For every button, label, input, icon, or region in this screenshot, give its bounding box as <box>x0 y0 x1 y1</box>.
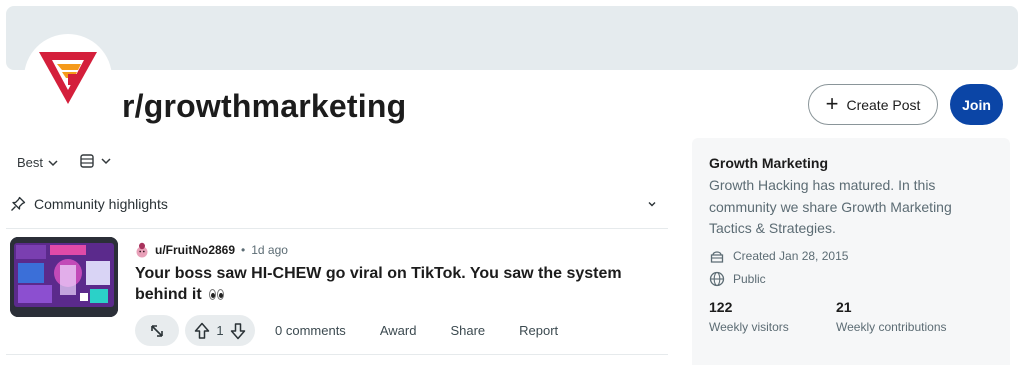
view-dropdown[interactable] <box>80 154 112 168</box>
created-date-row: Created Jan 28, 2015 <box>709 248 848 264</box>
expand-arrows-icon <box>151 324 163 337</box>
sidebar-title: Growth Marketing <box>709 155 829 171</box>
user-avatar-icon[interactable] <box>135 242 149 258</box>
vote-control: 1 <box>185 315 255 346</box>
stat-weekly-visitors: 122 Weekly visitors <box>709 299 789 334</box>
downvote-icon[interactable] <box>230 322 246 340</box>
community-banner <box>6 6 1018 70</box>
post-time: 1d ago <box>251 243 288 257</box>
chevron-down-icon <box>48 159 58 166</box>
divider <box>6 354 668 355</box>
sidebar-description: Growth Hacking has matured. In this comm… <box>709 177 952 236</box>
cake-icon <box>710 251 724 263</box>
globe-icon <box>709 271 725 287</box>
growth-logo-icon <box>39 52 97 104</box>
join-button[interactable]: Join <box>950 84 1003 125</box>
divider <box>6 228 668 229</box>
meta-separator: • <box>241 243 246 257</box>
visibility-row: Public <box>709 271 766 287</box>
post-thumbnail[interactable] <box>10 237 118 317</box>
post-username[interactable]: u/FruitNo2869 <box>155 243 235 257</box>
subreddit-title: r/growthmarketing <box>122 88 407 124</box>
chevron-down-icon <box>648 202 656 207</box>
stat-label: Weekly visitors <box>709 320 789 334</box>
sort-label: Best <box>17 155 44 170</box>
upvote-icon[interactable] <box>194 322 210 340</box>
post-title[interactable]: Your boss saw HI-CHEW go viral on TikTok… <box>135 263 655 305</box>
sort-dropdown[interactable]: Best <box>17 155 59 170</box>
post-meta: u/FruitNo2869 • 1d ago <box>135 242 288 258</box>
pin-icon <box>11 196 26 211</box>
eyes-emoji-icon <box>209 289 225 301</box>
card-view-icon <box>80 154 94 168</box>
report-button[interactable]: Report <box>505 323 572 338</box>
plus-icon: + <box>825 90 839 116</box>
community-sidebar: Growth Marketing Growth Hacking has matu… <box>692 138 1010 365</box>
vote-count: 1 <box>216 323 224 338</box>
created-date: Created Jan 28, 2015 <box>733 249 849 263</box>
post-actions: 1 0 comments Award Share Report <box>135 315 572 346</box>
share-button[interactable]: Share <box>436 323 499 338</box>
stat-value: 122 <box>709 299 733 315</box>
visibility-label: Public <box>733 272 766 286</box>
community-highlights-toggle[interactable]: Community highlights <box>10 194 668 214</box>
chevron-down-icon <box>101 158 111 165</box>
thumbnail-image <box>10 237 118 317</box>
create-post-label: Create Post <box>846 96 921 113</box>
comments-button[interactable]: 0 comments <box>261 323 360 338</box>
stat-value: 21 <box>836 299 852 315</box>
create-post-button[interactable]: + Create Post <box>808 84 938 125</box>
stat-weekly-contributions: 21 Weekly contributions <box>836 299 947 334</box>
post-title-text: Your boss saw HI-CHEW go viral on TikTok… <box>135 265 622 303</box>
highlights-label: Community highlights <box>34 196 168 212</box>
award-button[interactable]: Award <box>366 323 431 338</box>
expand-button[interactable] <box>135 315 179 346</box>
stat-label: Weekly contributions <box>836 320 947 334</box>
community-avatar[interactable] <box>24 34 112 122</box>
